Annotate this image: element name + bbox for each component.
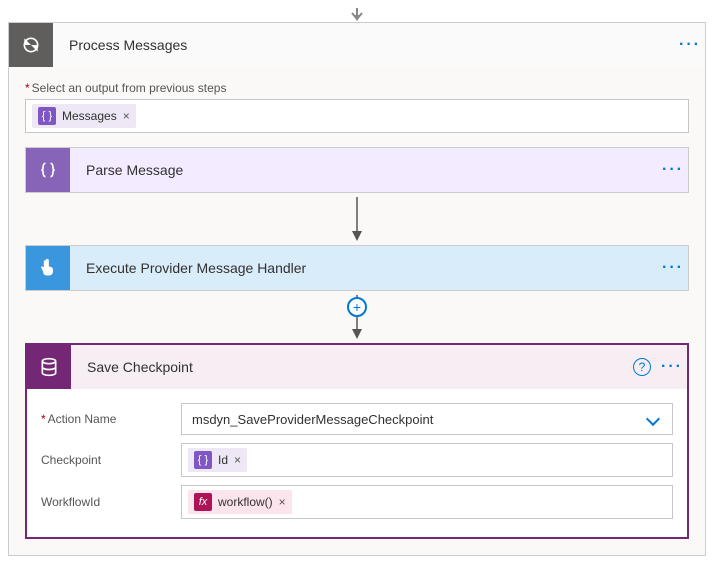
save-checkpoint-header[interactable]: Save Checkpoint ? ··· (27, 345, 687, 389)
braces-icon (26, 148, 70, 192)
parse-message-card[interactable]: Parse Message ··· (25, 147, 689, 193)
output-from-steps-field[interactable]: { } Messages × (25, 99, 689, 133)
messages-token-remove[interactable]: × (123, 109, 130, 123)
action-name-value: msdyn_SaveProviderMessageCheckpoint (192, 412, 433, 427)
parse-message-menu[interactable]: ··· (658, 148, 688, 192)
execute-provider-menu[interactable]: ··· (658, 246, 688, 290)
workflow-token-label: workflow() (218, 495, 273, 509)
parse-message-title: Parse Message (70, 162, 658, 178)
braces-icon: { } (194, 451, 212, 469)
checkpoint-label: Checkpoint (41, 453, 181, 467)
loop-icon (9, 23, 53, 67)
save-checkpoint-help[interactable]: ? (627, 345, 657, 389)
fx-icon: fx (194, 493, 212, 511)
execute-provider-card[interactable]: Execute Provider Message Handler ··· (25, 245, 689, 291)
process-messages-title: Process Messages (53, 37, 675, 53)
output-from-steps-label: Select an output from previous steps (25, 81, 689, 95)
workflowid-field[interactable]: fx workflow() × (181, 485, 673, 519)
save-checkpoint-title: Save Checkpoint (71, 359, 627, 375)
checkpoint-field[interactable]: { } Id × (181, 443, 673, 477)
action-name-label: Action Name (41, 412, 181, 426)
touch-icon (26, 246, 70, 290)
add-action-button[interactable]: + (347, 297, 367, 317)
braces-icon: { } (38, 107, 56, 125)
id-token[interactable]: { } Id × (188, 448, 247, 472)
save-checkpoint-menu[interactable]: ··· (657, 345, 687, 389)
incoming-arrow-icon (349, 8, 365, 22)
action-name-select[interactable]: msdyn_SaveProviderMessageCheckpoint (181, 403, 673, 435)
workflow-token[interactable]: fx workflow() × (188, 490, 292, 514)
id-token-remove[interactable]: × (234, 453, 241, 467)
save-checkpoint-card: Save Checkpoint ? ··· Action Name msdyn_… (25, 343, 689, 539)
process-messages-menu[interactable]: ··· (675, 23, 705, 67)
chevron-down-icon (646, 412, 660, 426)
messages-token-label: Messages (62, 109, 117, 123)
process-messages-header[interactable]: Process Messages ··· (9, 23, 705, 67)
execute-provider-title: Execute Provider Message Handler (70, 260, 658, 276)
workflow-token-remove[interactable]: × (279, 495, 286, 509)
messages-token[interactable]: { } Messages × (32, 104, 136, 128)
process-messages-card: Process Messages ··· Select an output fr… (8, 22, 706, 556)
database-icon (27, 345, 71, 389)
arrow-down-icon (347, 197, 367, 241)
workflowid-label: WorkflowId (41, 495, 181, 509)
id-token-label: Id (218, 453, 228, 467)
